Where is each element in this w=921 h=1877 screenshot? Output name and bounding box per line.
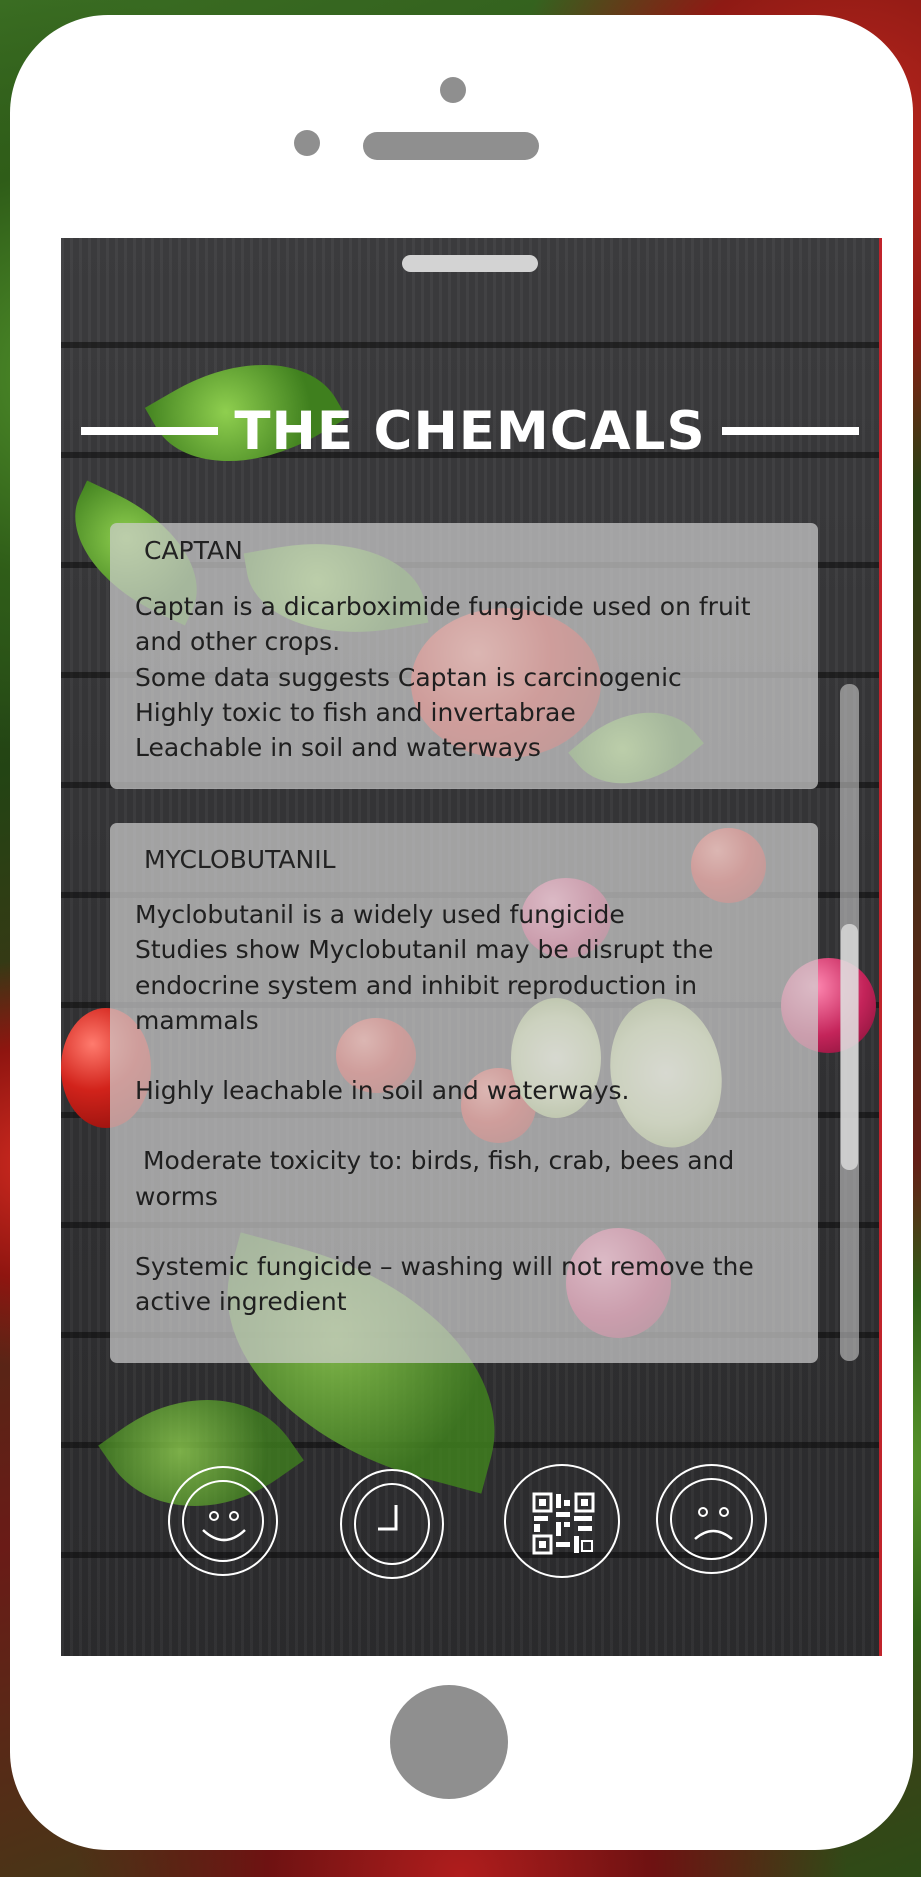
description-line: Leachable in soil and waterways	[135, 733, 541, 763]
app-screen: THE CHEMCALS CAPTAN Captan is a dicarbox…	[61, 238, 882, 1656]
home-button[interactable]	[390, 1685, 508, 1799]
chemical-name: MYCLOBUTANIL	[144, 845, 336, 874]
clock-icon[interactable]	[340, 1469, 444, 1579]
description-line: Systemic fungicide – washing will not re…	[135, 1252, 754, 1317]
front-camera	[294, 130, 320, 156]
camera-dot-top	[440, 77, 466, 103]
chemical-card-captan[interactable]: CAPTAN Captan is a dicarboximide fungici…	[110, 523, 818, 789]
title-rule-right	[721, 427, 860, 435]
chemical-description: Captan is a dicarboximide fungicide used…	[135, 589, 778, 765]
description-line: Studies show Myclobutanil may be disrupt…	[135, 935, 714, 1035]
chemical-card-myclobutanil[interactable]: MYCLOBUTANIL Myclobutanil is a widely us…	[110, 823, 818, 1363]
page-title: THE CHEMCALS	[234, 400, 706, 462]
chemical-description: Myclobutanil is a widely used fungicide …	[135, 897, 778, 1320]
scrollbar-thumb[interactable]	[841, 924, 858, 1170]
happy-face-icon[interactable]	[168, 1466, 278, 1576]
phone-frame: THE CHEMCALS CAPTAN Captan is a dicarbox…	[10, 15, 913, 1850]
description-line: Some data suggests Captan is carcinogeni…	[135, 662, 682, 692]
earpiece-speaker	[363, 132, 539, 160]
qr-code-icon[interactable]	[504, 1464, 620, 1578]
description-line: Captan is a dicarboximide fungicide used…	[135, 592, 751, 657]
page-header: THE CHEMCALS	[81, 391, 860, 471]
chemical-name: CAPTAN	[144, 536, 243, 565]
title-rule-left	[81, 427, 219, 435]
description-line: Highly leachable in soil and waterways.	[135, 1076, 630, 1106]
description-line: Highly toxic to fish and invertabrae	[135, 697, 576, 727]
description-line: Myclobutanil is a widely used fungicide	[135, 900, 625, 929]
sad-face-icon[interactable]	[656, 1464, 767, 1574]
screen-pull-handle[interactable]	[402, 255, 538, 272]
description-line: Moderate toxicity to: birds, fish, crab,…	[135, 1146, 743, 1211]
